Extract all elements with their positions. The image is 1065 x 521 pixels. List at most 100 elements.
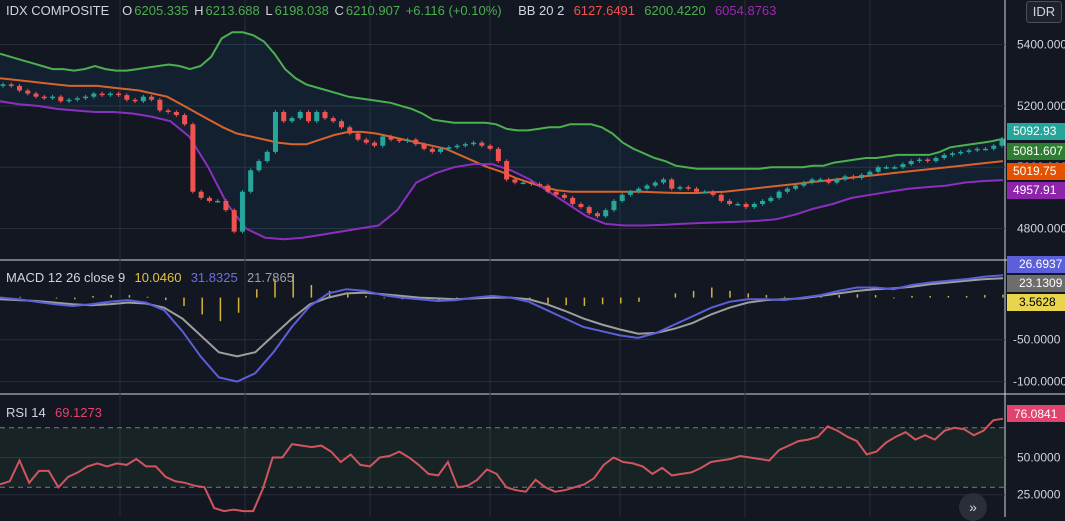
bb-basis-value: 6127.6491 [573,3,636,18]
bb-lower-value: 6054.8763 [714,3,777,18]
candle-body [512,179,518,183]
candle-body [124,95,130,100]
candle-body [495,148,501,162]
candle-body [702,191,708,194]
candle-body [140,96,146,102]
candle-body [603,210,609,217]
candle-body [41,96,47,99]
candle-body [776,191,782,198]
candle-body [875,167,881,172]
candle-body [528,182,534,185]
candle-body [405,139,411,142]
close-label: C [334,3,344,18]
candle-body [677,187,683,189]
price-badge: 4957.91 [1013,183,1057,197]
candle-body [165,110,171,112]
close-value: 6210.907 [345,3,401,18]
chart-canvas: 5400.0005200.0005000.0004800.0005092.935… [0,0,1065,517]
candle-body [611,200,617,211]
high-value: 6213.688 [205,3,260,18]
candle-body [619,194,625,201]
candle-body [17,85,23,91]
candle-body [182,115,188,125]
price-badge: 5081.607 [1013,144,1063,158]
macd-hist-value: 10.0460 [134,270,182,285]
candle-body [149,96,155,100]
bb-label: BB 20 2 [518,3,565,18]
candle-body [991,145,997,149]
candle-body [322,112,328,119]
candle-body [545,185,551,192]
candle-body [479,142,485,146]
candle-body [396,139,402,142]
candle-body [594,213,600,217]
candle-body [784,188,790,192]
candle-body [330,118,336,122]
candle-body [793,185,799,189]
candle-body [339,121,345,128]
candle-body [66,99,72,102]
candle-body [281,112,287,122]
candle-body [215,200,221,203]
candle-body [892,167,898,169]
macd-legend: MACD 12 26 close 9 10.0460 31.8325 21.78… [6,270,296,285]
candle-body [264,151,270,162]
macd-badge: 3.5628 [1019,295,1056,309]
candle-body [413,139,419,145]
candle-body [347,127,353,134]
candle-body [471,142,477,145]
candle-body [58,96,64,102]
candle-body [982,148,988,151]
open-value: 6205.335 [134,3,189,18]
candle-body [198,191,204,198]
candle-body [727,200,733,204]
change-value: +6.116 (+0.10%) [405,3,502,18]
candle-body [8,84,14,86]
candle-body [834,179,840,183]
candle-body [421,144,427,149]
candle-body [966,150,972,152]
candle-body [173,112,179,116]
bb-upper-value: 6200.4220 [644,3,706,18]
candle-body [305,112,311,122]
candle-body [933,158,939,162]
candle-body [487,145,493,149]
price-tick-label: 4800.000 [1017,222,1065,236]
candle-body [768,197,774,201]
currency-dropdown[interactable]: IDR [1026,1,1062,23]
candle-body [949,153,955,155]
candle-body [256,161,262,171]
low-value: 6198.038 [274,3,329,18]
candle-body [570,197,576,204]
candle-body [272,112,278,152]
candle-body [504,161,510,180]
macd-signal-line [0,277,1004,358]
candle-body [925,159,931,162]
candle-body [438,148,444,152]
candle-body [842,176,848,180]
symbol-label: IDX COMPOSITE [6,3,110,18]
candle-body [297,112,303,119]
rsi-value: 69.1273 [54,405,102,420]
candle-body [958,151,964,154]
candle-body [627,191,633,195]
candle-body [669,179,675,189]
candle-body [537,184,543,186]
macd-line-value: 31.8325 [190,270,238,285]
candle-body [859,174,865,178]
candle-body [446,147,452,149]
candle-body [239,191,245,232]
macd-signal-value: 21.7865 [246,270,294,285]
candle-body [561,194,567,198]
candle-body [916,159,922,162]
candle-body [908,161,914,165]
candle-body [157,99,163,111]
candle-body [520,182,526,185]
rsi-tick-label: 25.0000 [1017,488,1061,502]
candle-body [190,124,196,192]
candle-body [223,200,229,211]
price-tick-label: 5400.000 [1017,38,1065,52]
rsi-label: RSI 14 [6,405,46,420]
rsi-band-fill [0,427,1005,488]
price-tick-label: 5200.000 [1017,99,1065,113]
